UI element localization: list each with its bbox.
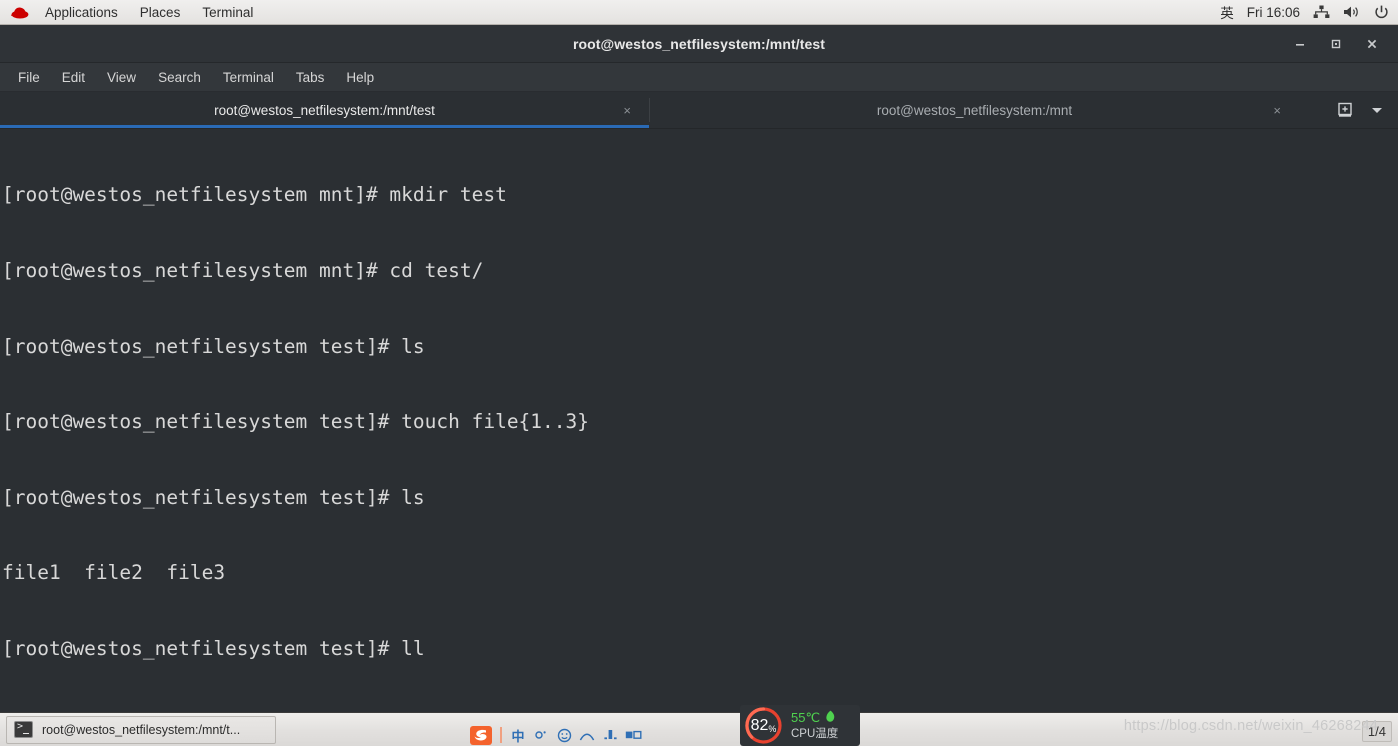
ime-divider (500, 727, 502, 743)
toolbox-icon[interactable] (600, 725, 620, 745)
top-panel-right: 英 Fri 16:06 (1220, 0, 1398, 24)
moon-icon[interactable] (531, 725, 551, 745)
menu-edit-label: Edit (61, 69, 86, 85)
menu-terminal[interactable]: Terminal (213, 67, 284, 88)
cpu-usage-value: 82 (750, 716, 769, 734)
cpu-usage-unit: % (768, 723, 777, 734)
chinese-mode-icon[interactable]: 中 (508, 725, 528, 745)
taskbar-item-terminal[interactable]: root@westos_netfilesystem:/mnt/t... (6, 715, 276, 744)
power-icon[interactable] (1374, 5, 1389, 20)
menu-edit[interactable]: Edit (52, 67, 95, 88)
volume-icon[interactable] (1343, 5, 1361, 19)
sogou-logo-icon[interactable] (468, 724, 494, 746)
tab-bar: root@westos_netfilesystem:/mnt/test × ro… (0, 92, 1398, 129)
cpu-usage-text: 82% (743, 705, 784, 746)
terminal-line: [root@westos_netfilesystem mnt]# cd test… (2, 259, 484, 282)
leaf-icon (825, 710, 836, 728)
network-icon[interactable] (1313, 5, 1330, 19)
menu-tabs[interactable]: Tabs (286, 67, 335, 88)
applications-menu[interactable]: Applications (34, 0, 129, 24)
cpu-temperature-row: 55℃ (791, 710, 838, 728)
menu-help[interactable]: Help (336, 67, 384, 88)
terminal-window: root@westos_netfilesystem:/mnt/test File… (0, 25, 1398, 715)
close-button[interactable] (1364, 36, 1380, 52)
taskbar: root@westos_netfilesystem:/mnt/t... (0, 712, 1398, 746)
cpu-usage-ring: 82% (743, 705, 784, 746)
redhat-logo-icon (0, 5, 34, 20)
terminal-line: [root@westos_netfilesystem test]# ls (2, 485, 425, 509)
shape-icon[interactable] (577, 725, 597, 745)
terminal-line: [root@westos_netfilesystem test]# ls (2, 334, 425, 358)
taskbar-item-label: root@westos_netfilesystem:/mnt/t... (42, 722, 241, 737)
top-panel-left: Applications Places Terminal (0, 0, 264, 24)
terminal-line: [root@westos_netfilesystem test]# ll (2, 636, 425, 660)
places-menu[interactable]: Places (129, 0, 192, 24)
window-titlebar[interactable]: root@westos_netfilesystem:/mnt/test (0, 25, 1398, 63)
maximize-button[interactable] (1328, 36, 1344, 52)
menu-view-label: View (107, 69, 137, 85)
tab-mnt-test-label: root@westos_netfilesystem:/mnt/test (214, 102, 435, 118)
tab-mnt-label: root@westos_netfilesystem:/mnt (876, 102, 1073, 118)
terminal-icon (14, 721, 33, 738)
window-controls (1292, 25, 1392, 62)
applications-menu-label: Applications (45, 4, 118, 20)
gnome-top-panel: Applications Places Terminal 英 Fri 16:06 (0, 0, 1398, 25)
menu-tabs-label: Tabs (295, 69, 325, 85)
workspace-indicator[interactable]: 1/4 (1361, 721, 1392, 742)
terminal-output[interactable]: [root@westos_netfilesystem mnt]# mkdir t… (0, 129, 1398, 715)
menu-file-label: File (18, 69, 40, 85)
new-tab-icon[interactable] (1336, 101, 1354, 119)
input-method-indicator[interactable]: 英 (1220, 2, 1234, 22)
minimize-button[interactable] (1292, 36, 1308, 52)
menu-help-label: Help (346, 69, 375, 85)
cpu-temperature-value: 55℃ (791, 710, 821, 726)
menu-search[interactable]: Search (148, 67, 211, 88)
cpu-details: 55℃ CPU温度 (784, 710, 838, 742)
terminal-line: file1 file2 file3 (2, 561, 226, 585)
menu-search-label: Search (158, 69, 201, 85)
terminal-menu-label: Terminal (202, 4, 254, 20)
tab-mnt-test-close-icon[interactable]: × (623, 103, 631, 118)
desktop-screen: Applications Places Terminal 英 Fri 16:06 (0, 0, 1398, 746)
smiley-icon[interactable] (554, 725, 574, 745)
terminal-menu[interactable]: Terminal (191, 0, 264, 24)
chevron-down-icon[interactable] (1370, 105, 1384, 115)
terminal-line: [root@westos_netfilesystem test]# touch … (2, 410, 589, 434)
input-method-label: 英 (1220, 6, 1234, 21)
menubar: File Edit View Search Terminal Tabs Help (0, 63, 1398, 92)
page-title: root@westos_netfilesystem:/mnt/test (572, 35, 826, 52)
cpu-temperature-label: CPU温度 (791, 728, 839, 741)
clock[interactable]: Fri 16:06 (1247, 5, 1300, 20)
menu-view[interactable]: View (97, 67, 146, 88)
tab-mnt[interactable]: root@westos_netfilesystem:/mnt × (650, 92, 1299, 128)
tab-bar-actions (1322, 92, 1398, 128)
menu-file[interactable]: File (8, 67, 50, 88)
keyboard-icon[interactable] (623, 725, 643, 745)
clock-label: Fri 16:06 (1246, 4, 1300, 20)
chinese-mode-label: 中 (511, 728, 525, 744)
cpu-monitor-widget[interactable]: 82% 55℃ CPU温度 (740, 705, 860, 746)
places-menu-label: Places (139, 4, 181, 20)
tab-mnt-close-icon[interactable]: × (1273, 103, 1281, 118)
terminal-line: [root@westos_netfilesystem mnt]# mkdir t… (2, 183, 507, 207)
sogou-ime-tray: 中 (468, 724, 643, 746)
menu-terminal-label: Terminal (222, 69, 274, 85)
tab-mnt-test[interactable]: root@westos_netfilesystem:/mnt/test × (0, 92, 649, 128)
